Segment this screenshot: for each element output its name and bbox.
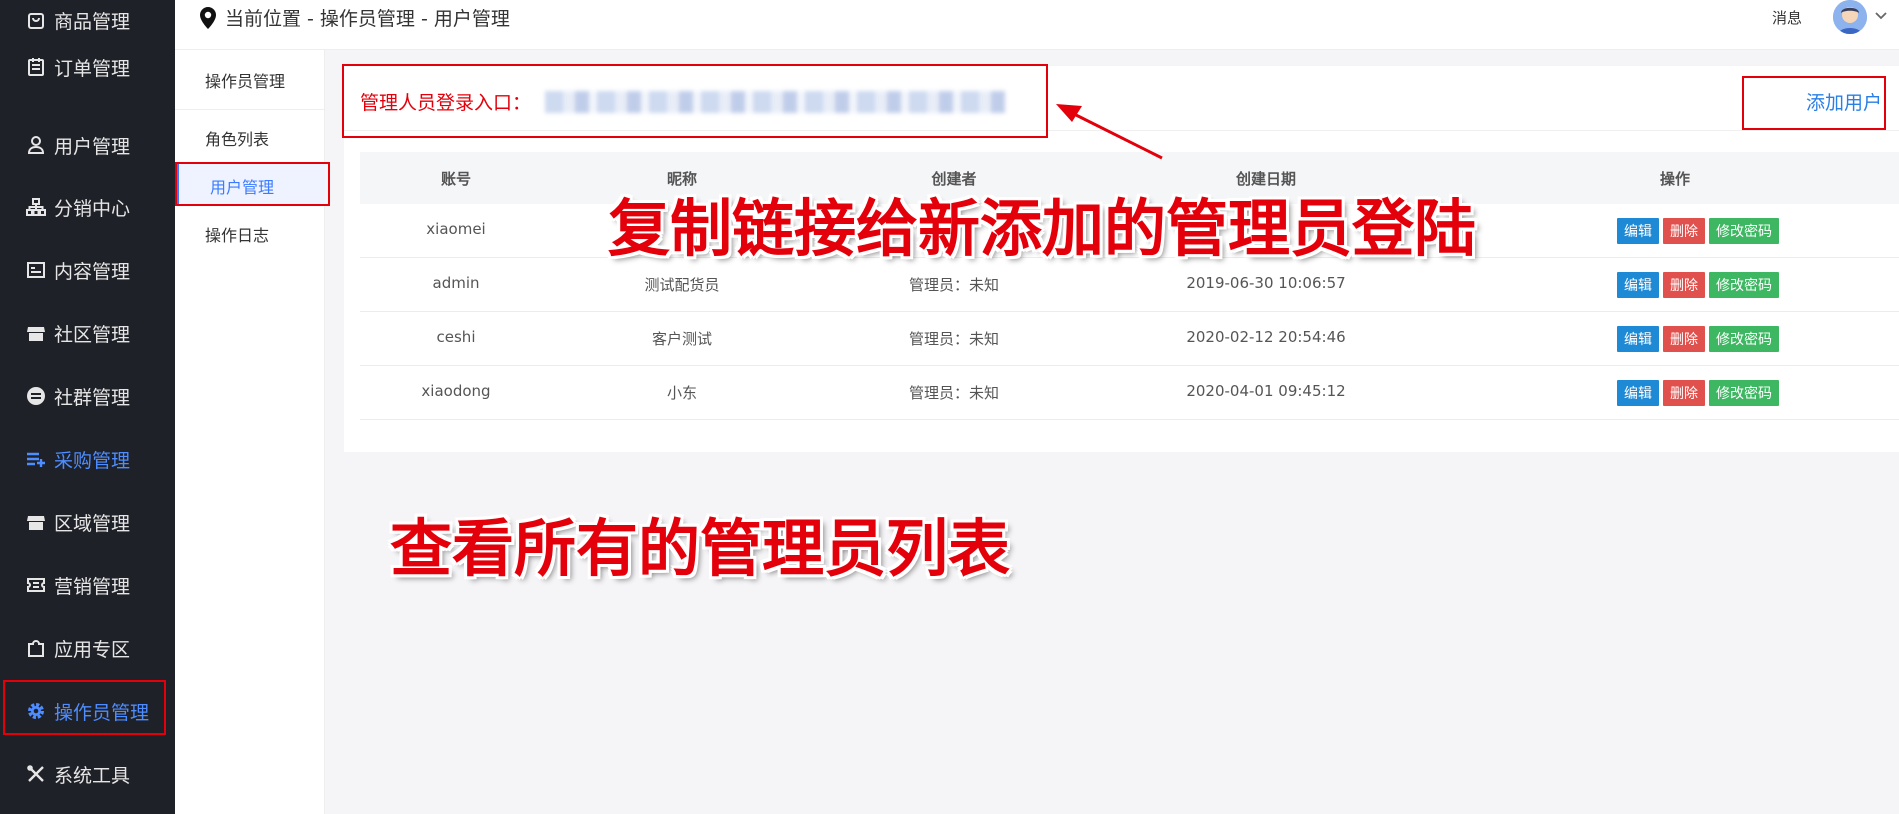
edit-button[interactable]: 编辑 (1617, 326, 1659, 352)
sidebar-item-content[interactable]: 内容管理 (0, 250, 175, 290)
sidebar-item-label: 营销管理 (54, 575, 131, 598)
delete-button[interactable]: 删除 (1663, 380, 1705, 406)
breadcrumb: 当前位置 - 操作员管理 - 用户管理 (197, 4, 510, 31)
cell-date: 2020-02-12 20:54:46 (1186, 328, 1346, 346)
secondary-nav: 操作员管理 角色列表 用户管理 操作日志 (175, 50, 325, 814)
sidebar-item-label: 社区管理 (54, 323, 131, 346)
edit-button[interactable]: 编辑 (1617, 218, 1659, 244)
cell-creator: 管理员：未知 (908, 384, 1000, 402)
puzzle-icon (25, 637, 47, 659)
sidebar-item-label: 采购管理 (54, 449, 131, 472)
subnav-title: 操作员管理 (205, 72, 286, 91)
sidebar-item-purchasing[interactable]: 采购管理 (0, 439, 175, 479)
sidebar-item-label: 订单管理 (54, 57, 131, 80)
store-icon (25, 322, 47, 344)
delete-button[interactable]: 删除 (1663, 218, 1705, 244)
sidebar-item-orders[interactable]: 订单管理 (0, 47, 175, 87)
sidebar-item-label: 内容管理 (54, 260, 131, 283)
minus-circle-icon (25, 385, 47, 407)
sidebar-item-community[interactable]: 社区管理 (0, 313, 175, 353)
cell-date: 2020-04-01 09:45:12 (1186, 382, 1346, 400)
divider (175, 109, 325, 110)
cell-account: ceshi (436, 328, 476, 346)
location-pin-icon (200, 6, 216, 29)
cell-account: admin (432, 274, 480, 292)
sidebar-item-marketing[interactable]: 营销管理 (0, 565, 175, 605)
user-icon (25, 134, 47, 156)
sidebar-item-regions[interactable]: 区域管理 (0, 502, 175, 542)
sidebar-item-operators[interactable]: 操作员管理 (0, 691, 175, 731)
cell-nickname: 小东 (666, 384, 698, 402)
change-password-button[interactable]: 修改密码 (1709, 272, 1779, 298)
change-password-button[interactable]: 修改密码 (1709, 218, 1779, 244)
row-actions: 编辑 删除 修改密码 (1617, 380, 1779, 406)
sidebar-item-products[interactable]: 商品管理 (0, 0, 175, 40)
cell-nickname: 测试配货员 (644, 276, 720, 294)
cell-creator: 管理员：未知 (908, 276, 1000, 294)
messages-link[interactable]: 消息 (1772, 7, 1802, 28)
admin-login-entry: 管理人员登录入口： (360, 88, 1006, 115)
sidebar-item-label: 分销中心 (54, 197, 131, 220)
sidebar-item-label: 商品管理 (54, 10, 131, 33)
sidebar: 商品管理 订单管理 用户管理 分销中心 内容管理 社区管理 社群管理 采购管理 … (0, 0, 175, 814)
cell-account: xiaodong (421, 382, 491, 400)
org-chart-icon (25, 196, 47, 218)
clipboard-icon (25, 56, 47, 78)
cell-date: 2019-06-30 10:06:57 (1186, 274, 1346, 292)
shop-icon (25, 511, 47, 533)
row-actions: 编辑 删除 修改密码 (1617, 218, 1779, 244)
add-user-button[interactable]: 添加用户 (1806, 88, 1882, 115)
ticket-icon (25, 574, 47, 596)
subnav-item-roles[interactable]: 角色列表 (205, 126, 269, 150)
delete-button[interactable]: 删除 (1663, 326, 1705, 352)
delete-button[interactable]: 删除 (1663, 272, 1705, 298)
row-actions: 编辑 删除 修改密码 (1617, 272, 1779, 298)
sidebar-item-label: 操作员管理 (54, 701, 150, 724)
sidebar-item-system-tools[interactable]: 系统工具 (0, 754, 175, 794)
sidebar-item-label: 系统工具 (54, 764, 131, 787)
column-header-account: 账号 (440, 170, 472, 188)
login-url-blurred[interactable] (545, 90, 1006, 113)
tools-icon (25, 763, 47, 785)
gear-icon (25, 700, 47, 722)
topbar: 当前位置 - 操作员管理 - 用户管理 消息 (175, 0, 1899, 50)
cell-nickname: 客户测试 (651, 330, 713, 348)
sidebar-item-label: 社群管理 (54, 386, 131, 409)
edit-button[interactable]: 编辑 (1617, 272, 1659, 298)
avatar-icon (1833, 0, 1867, 34)
table-row: ceshi 客户测试 管理员：未知 2020-02-12 20:54:46 编辑… (360, 312, 1899, 366)
sidebar-item-apps[interactable]: 应用专区 (0, 628, 175, 668)
login-label: 管理人员登录入口： (360, 92, 532, 114)
sidebar-item-groups[interactable]: 社群管理 (0, 376, 175, 416)
bag-icon (25, 9, 47, 31)
cell-creator: 管理员：未知 (908, 330, 1000, 348)
avatar[interactable] (1833, 0, 1867, 34)
subnav-item-label: 用户管理 (210, 178, 275, 197)
sidebar-item-label: 用户管理 (54, 135, 131, 158)
column-header-actions: 操作 (1659, 170, 1691, 188)
sidebar-item-label: 区域管理 (54, 512, 131, 535)
subnav-item-users[interactable]: 用户管理 (175, 164, 325, 206)
divider (344, 130, 1899, 131)
change-password-button[interactable]: 修改密码 (1709, 380, 1779, 406)
table-row: xiaodong 小东 管理员：未知 2020-04-01 09:45:12 编… (360, 366, 1899, 420)
row-actions: 编辑 删除 修改密码 (1617, 326, 1779, 352)
change-password-button[interactable]: 修改密码 (1709, 326, 1779, 352)
chevron-down-icon[interactable] (1873, 8, 1889, 24)
annotation-view-all: 查看所有的管理员列表 (390, 512, 1011, 585)
sidebar-item-users[interactable]: 用户管理 (0, 125, 175, 165)
list-add-icon (25, 448, 47, 470)
breadcrumb-text: 当前位置 - 操作员管理 - 用户管理 (225, 8, 510, 30)
edit-button[interactable]: 编辑 (1617, 380, 1659, 406)
sidebar-item-label: 应用专区 (54, 638, 131, 661)
cell-account: xiaomei (426, 220, 486, 238)
sidebar-item-distribution[interactable]: 分销中心 (0, 187, 175, 227)
annotation-copy-link: 复制链接给新添加的管理员登陆 (608, 192, 1477, 265)
content-icon (25, 259, 47, 281)
subnav-item-logs[interactable]: 操作日志 (205, 222, 269, 246)
